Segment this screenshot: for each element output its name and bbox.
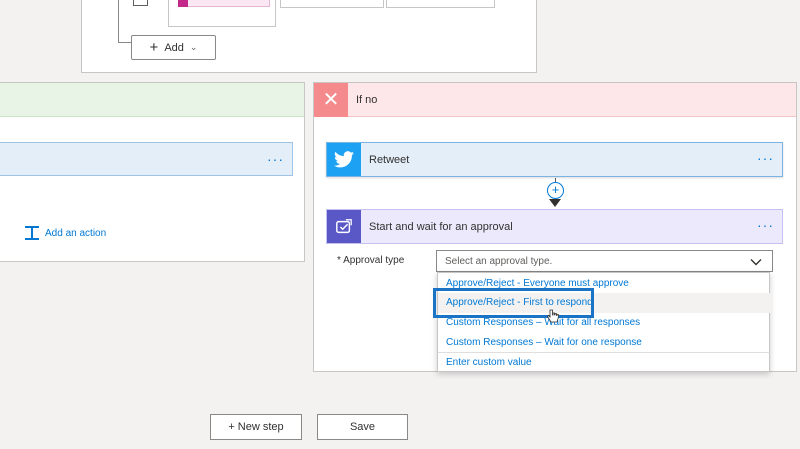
arrow-down-icon [549, 199, 561, 207]
retweet-action-card[interactable]: Retweet ··· [326, 142, 783, 177]
retweet-title: Retweet [369, 154, 410, 166]
approval-type-placeholder: Select an approval type. [445, 256, 553, 267]
highlight-box [433, 288, 594, 318]
if-yes-action-card[interactable]: ··· [0, 142, 293, 176]
approval-type-label: * Approval type [337, 255, 405, 266]
dropdown-option[interactable]: Custom Responses – Wait for one response [438, 333, 771, 353]
hand-cursor-icon [547, 309, 559, 323]
chevron-down-icon: ⌄ [189, 42, 198, 52]
add-an-action-link[interactable]: Add an action [25, 226, 106, 240]
more-options-icon[interactable]: ··· [757, 217, 774, 233]
if-no-title: If no [356, 94, 378, 106]
dynamic-token[interactable] [178, 0, 270, 7]
approval-type-dropdown: Approve/Reject - Everyone must approve A… [437, 272, 771, 373]
tree-connector-h [118, 42, 132, 43]
more-options-icon[interactable]: ··· [757, 150, 774, 166]
token-service-icon [178, 0, 188, 7]
chevron-down-icon [750, 259, 762, 266]
more-options-icon[interactable]: ··· [267, 151, 284, 167]
insert-step-plus-icon[interactable]: + [547, 182, 564, 199]
add-action-icon [25, 226, 39, 240]
tree-connector [118, 0, 119, 42]
dropdown-option-custom[interactable]: Enter custom value [438, 353, 771, 373]
if-yes-header [0, 83, 304, 117]
add-label: Add [164, 41, 184, 54]
condition-value-input[interactable] [386, 0, 495, 8]
approvals-icon [327, 210, 361, 243]
twitter-icon [327, 143, 361, 176]
save-button[interactable]: Save [317, 414, 408, 440]
operator-select[interactable] [280, 0, 384, 8]
if-no-header: ✕ If no [314, 83, 796, 117]
row-checkbox[interactable] [133, 0, 148, 6]
approval-action-card[interactable]: Start and wait for an approval ··· [326, 209, 783, 244]
add-action-label: Add an action [45, 227, 107, 239]
add-condition-button[interactable]: + Add ⌄ [131, 35, 216, 60]
plus-icon: + [149, 39, 159, 56]
approval-type-select[interactable]: Select an approval type. [436, 250, 773, 272]
close-x-icon: ✕ [314, 83, 348, 117]
approval-title: Start and wait for an approval [369, 221, 513, 233]
new-step-button[interactable]: + New step [210, 414, 302, 440]
